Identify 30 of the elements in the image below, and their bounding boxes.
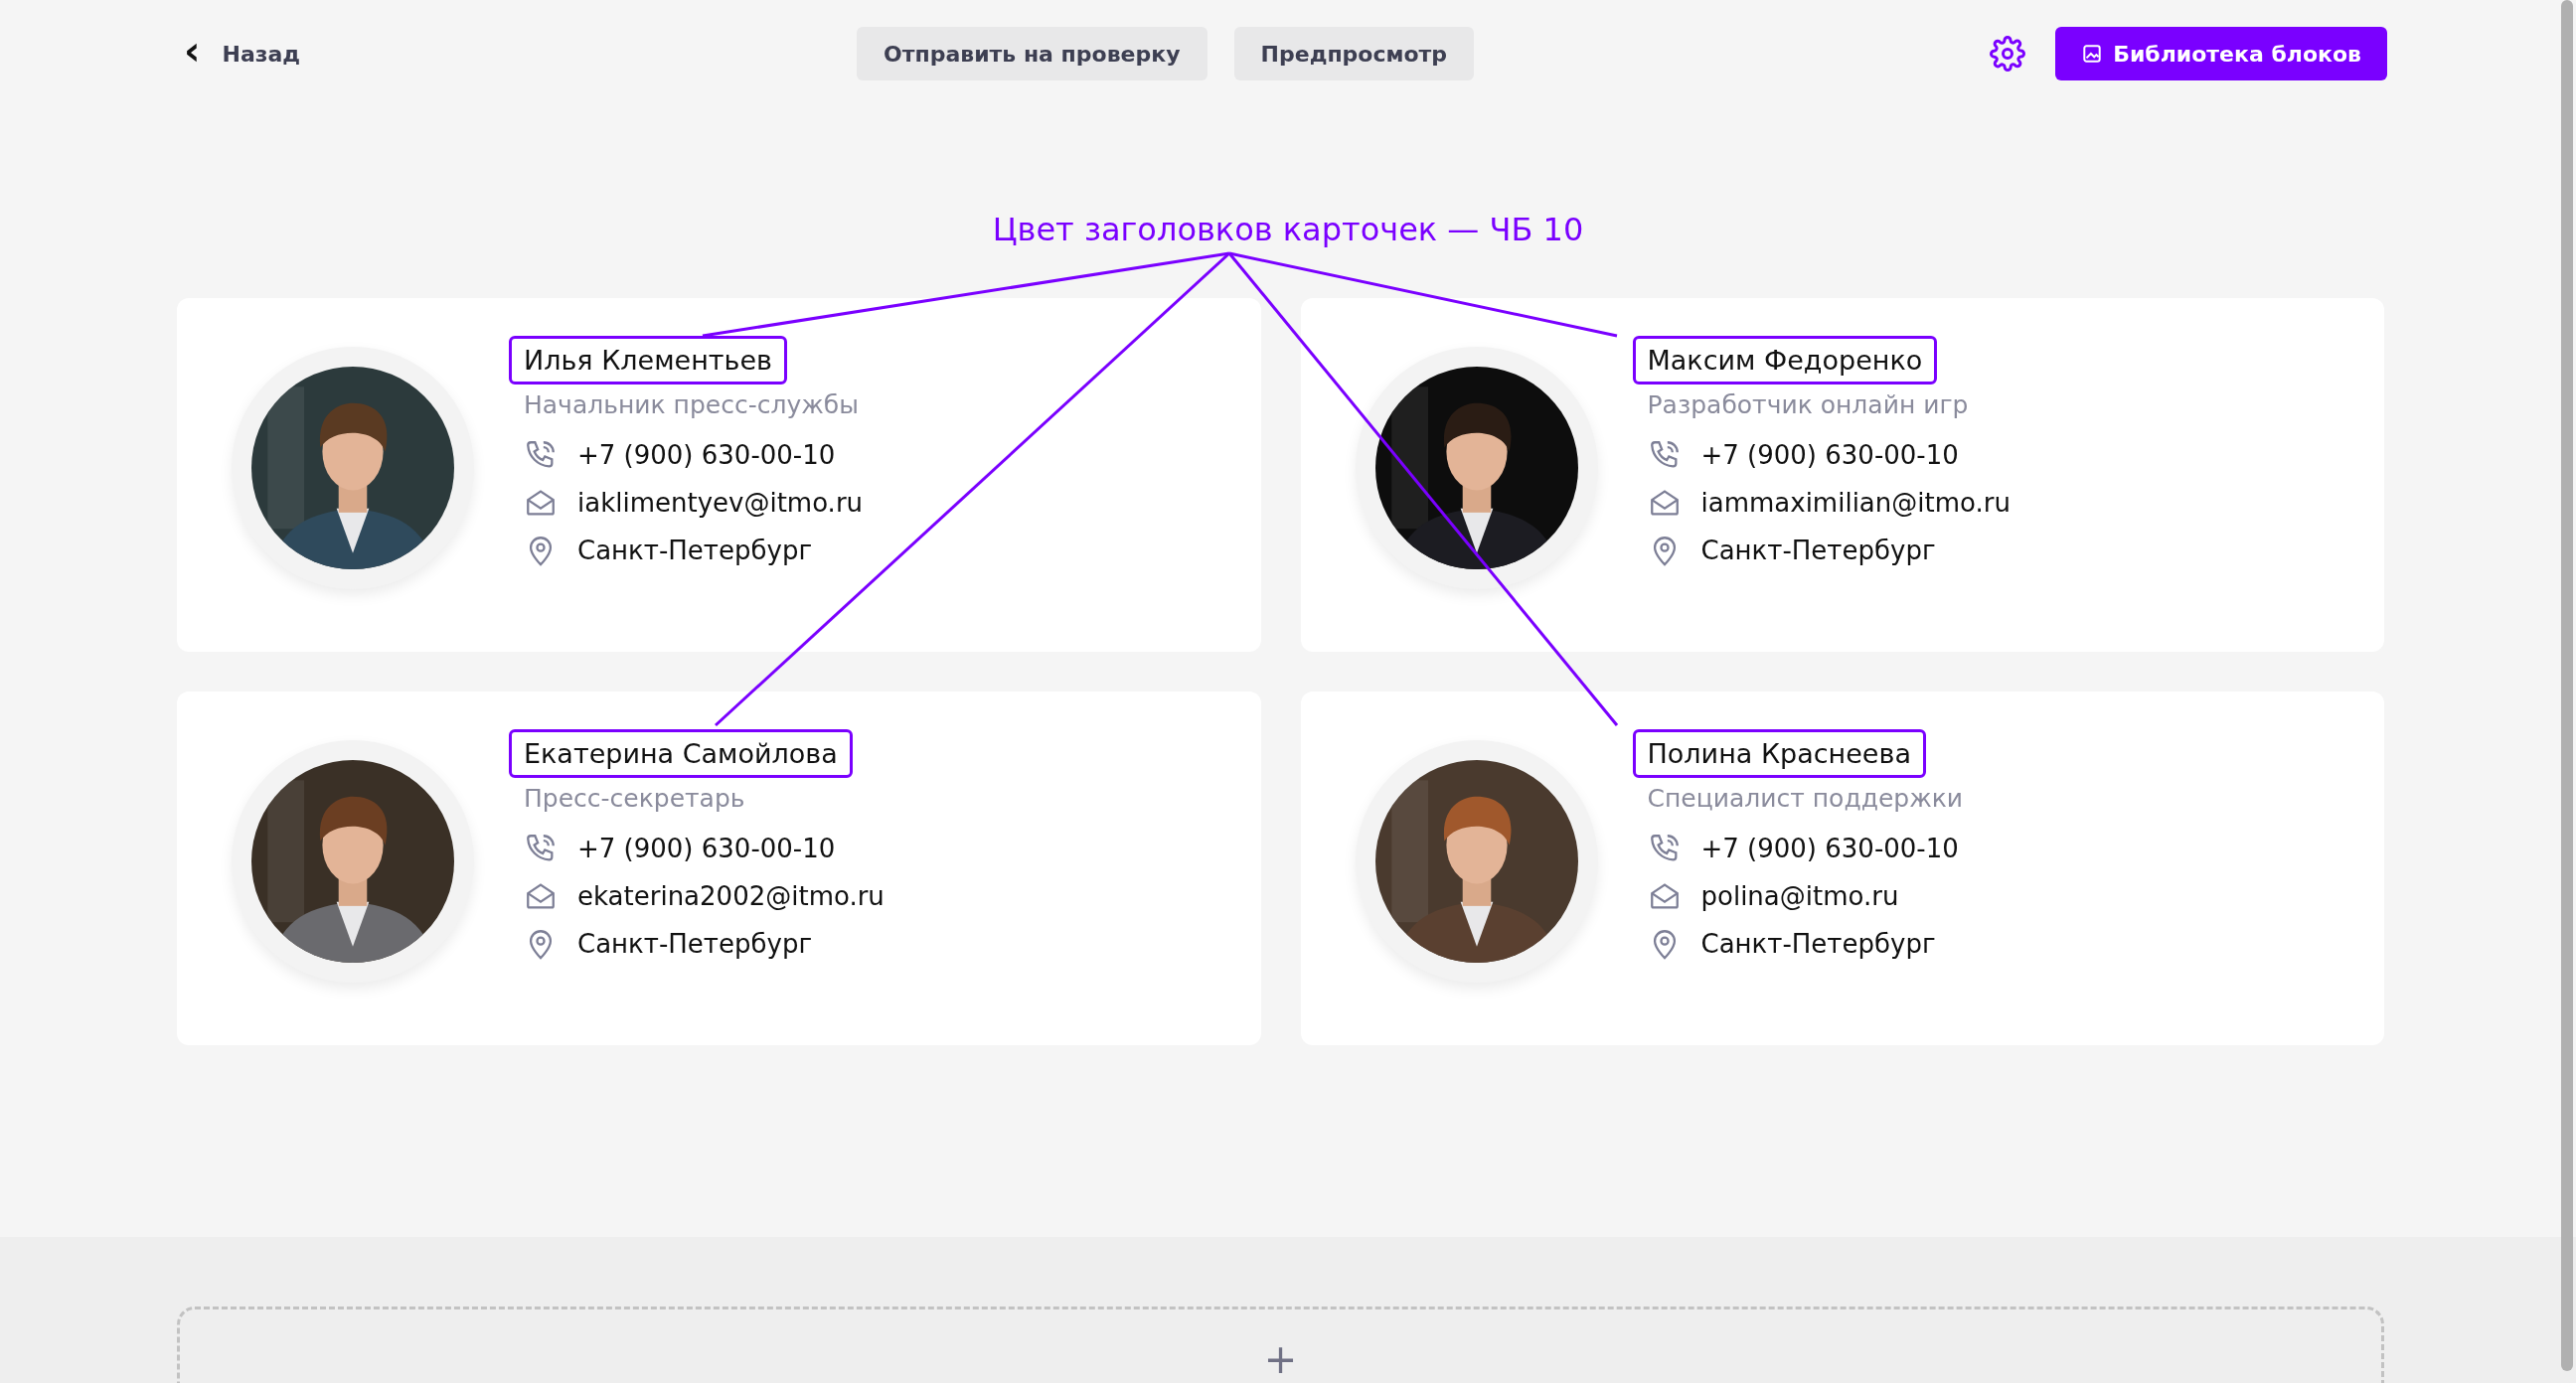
toolbar-button[interactable]: Предпросмотр [1233, 27, 1475, 80]
city: Санкт-Петербург [577, 929, 813, 960]
image-icon [2081, 43, 2104, 65]
job-title: Разработчик онлайн игр [1647, 390, 1970, 420]
back-link[interactable]: ‹ Назад [184, 37, 301, 71]
settings-icon[interactable] [1990, 36, 2026, 72]
email-address: ekaterina2002@itmo.ru [577, 881, 885, 912]
add-block-area[interactable]: + [177, 1306, 2384, 1383]
job-title: Начальник пресс-службы [524, 390, 860, 420]
email-address: polina@itmo.ru [1700, 881, 1899, 912]
job-title: Специалист поддержки [1647, 784, 1964, 814]
person-name: Максим Федоренко [1632, 336, 1938, 385]
block-library-button[interactable]: Библиотека блоков [2055, 27, 2387, 80]
toolbar-button[interactable]: Отправить на проверку [857, 27, 1208, 80]
city: Санкт-Петербург [577, 536, 813, 566]
city: Санкт-Петербург [1700, 929, 1936, 960]
person-name: Полина Краснеева [1632, 729, 1926, 779]
annotation-label: Цвет заголовков карточек — ЧБ 10 [992, 211, 1584, 249]
person-name: Екатерина Самойлова [509, 729, 853, 779]
add-icon[interactable]: + [1263, 1339, 1298, 1379]
phone-number: +7 (900) 630-00-10 [577, 834, 836, 864]
city: Санкт-Петербург [1700, 536, 1936, 566]
phone-number: +7 (900) 630-00-10 [1700, 440, 1959, 471]
email-address: iammaximilian@itmo.ru [1700, 488, 2011, 519]
job-title: Пресс-секретарь [524, 784, 746, 814]
scrollbar[interactable] [2561, 0, 2573, 1371]
person-name: Илья Клементьев [509, 336, 788, 385]
phone-number: +7 (900) 630-00-10 [577, 440, 836, 471]
email-address: iaklimentyev@itmo.ru [577, 488, 864, 519]
phone-number: +7 (900) 630-00-10 [1700, 834, 1959, 864]
